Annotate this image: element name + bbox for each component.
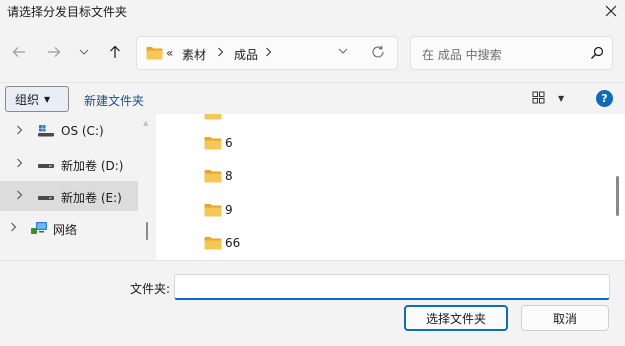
- navigation-pane: OS (C:) 新加卷 (D:) 新加卷 (E:) 网络 ▲: [0, 114, 156, 260]
- up-arrow-icon: [110, 45, 120, 58]
- grid-view-icon: [532, 91, 545, 104]
- help-icon[interactable]: ?: [596, 90, 613, 107]
- recent-locations-button[interactable]: [74, 42, 94, 62]
- caret-down-icon: ▼: [44, 94, 51, 104]
- command-bar: 组织 ▼ 新建文件夹 ▼ ?: [0, 82, 625, 114]
- back-button[interactable]: [9, 42, 29, 62]
- forward-arrow-icon: [48, 47, 61, 57]
- sidebar-item-d-drive[interactable]: 新加卷 (D:): [0, 149, 138, 179]
- folder-icon: [204, 137, 222, 150]
- search-placeholder[interactable]: 在 成品 中搜索: [422, 46, 502, 63]
- sidebar-scrollbar[interactable]: [146, 222, 148, 240]
- file-name: 6: [225, 136, 233, 150]
- chevron-down-icon[interactable]: [338, 48, 348, 55]
- drive-icon: [38, 164, 54, 168]
- select-folder-button[interactable]: 选择文件夹: [404, 305, 508, 331]
- folder-icon: [204, 204, 222, 217]
- folder-name-input[interactable]: [174, 274, 610, 300]
- address-bar[interactable]: « 素材 成品: [136, 36, 398, 70]
- file-name: 66: [225, 236, 241, 250]
- folder-icon: [204, 114, 222, 120]
- sidebar-item-label: 新加卷 (E:): [61, 191, 122, 205]
- chevron-right-icon[interactable]: [16, 125, 23, 135]
- chevron-right-icon[interactable]: [265, 47, 272, 57]
- refresh-icon[interactable]: [371, 45, 385, 59]
- address-segment-products[interactable]: 成品: [234, 46, 258, 63]
- forward-button[interactable]: [44, 42, 64, 62]
- sidebar-item-e-drive[interactable]: 新加卷 (E:): [0, 181, 138, 211]
- caret-down-icon[interactable]: ▼: [558, 94, 564, 103]
- folder-icon: [204, 237, 222, 250]
- list-item[interactable]: 66: [204, 232, 240, 254]
- sidebar-item-label: 新加卷 (D:): [61, 159, 124, 173]
- search-icon[interactable]: [590, 46, 604, 60]
- file-name: 9: [225, 203, 233, 217]
- address-segment-materials[interactable]: 素材: [182, 46, 206, 63]
- file-list-scrollbar[interactable]: [616, 176, 619, 216]
- back-arrow-icon: [12, 47, 25, 57]
- chevron-right-icon[interactable]: [10, 222, 17, 232]
- chevron-right-icon[interactable]: [217, 47, 224, 57]
- list-item[interactable]: 6: [204, 132, 233, 154]
- close-button[interactable]: [597, 0, 625, 22]
- dialog-footer: 文件夹: 选择文件夹 取消: [0, 260, 625, 346]
- search-box[interactable]: 在 成品 中搜索: [410, 36, 613, 70]
- chevron-down-icon: [79, 49, 89, 55]
- organize-button[interactable]: 组织 ▼: [5, 86, 69, 112]
- file-name: 8: [225, 169, 233, 183]
- file-list: 6 8 9 66: [156, 114, 625, 260]
- scroll-up-icon[interactable]: ▲: [143, 119, 148, 127]
- sidebar-item-network[interactable]: 网络: [0, 213, 138, 243]
- chevron-right-icon[interactable]: [16, 190, 23, 200]
- folder-label: 文件夹:: [130, 282, 171, 296]
- list-item[interactable]: 9: [204, 199, 233, 221]
- windows-drive-icon: [38, 125, 54, 137]
- cancel-button[interactable]: 取消: [521, 305, 609, 331]
- title-bar: 请选择分发目标文件夹: [0, 0, 625, 22]
- new-folder-button[interactable]: 新建文件夹: [84, 92, 144, 109]
- sidebar-item-c-drive[interactable]: OS (C:): [0, 116, 138, 146]
- window-title: 请选择分发目标文件夹: [7, 5, 128, 19]
- organize-label: 组织: [15, 92, 40, 107]
- folder-icon: [146, 47, 163, 60]
- sidebar-item-label: OS (C:): [61, 124, 104, 138]
- close-icon: [605, 5, 617, 17]
- list-item[interactable]: 8: [204, 165, 233, 187]
- sidebar-item-label: 网络: [53, 223, 78, 237]
- address-overflow[interactable]: «: [166, 46, 173, 60]
- drive-icon: [38, 196, 54, 200]
- view-options-button[interactable]: [532, 91, 545, 104]
- list-item[interactable]: [204, 114, 222, 124]
- network-icon: [31, 222, 47, 234]
- up-button[interactable]: [105, 42, 125, 62]
- chevron-right-icon[interactable]: [16, 158, 23, 168]
- folder-icon: [204, 170, 222, 183]
